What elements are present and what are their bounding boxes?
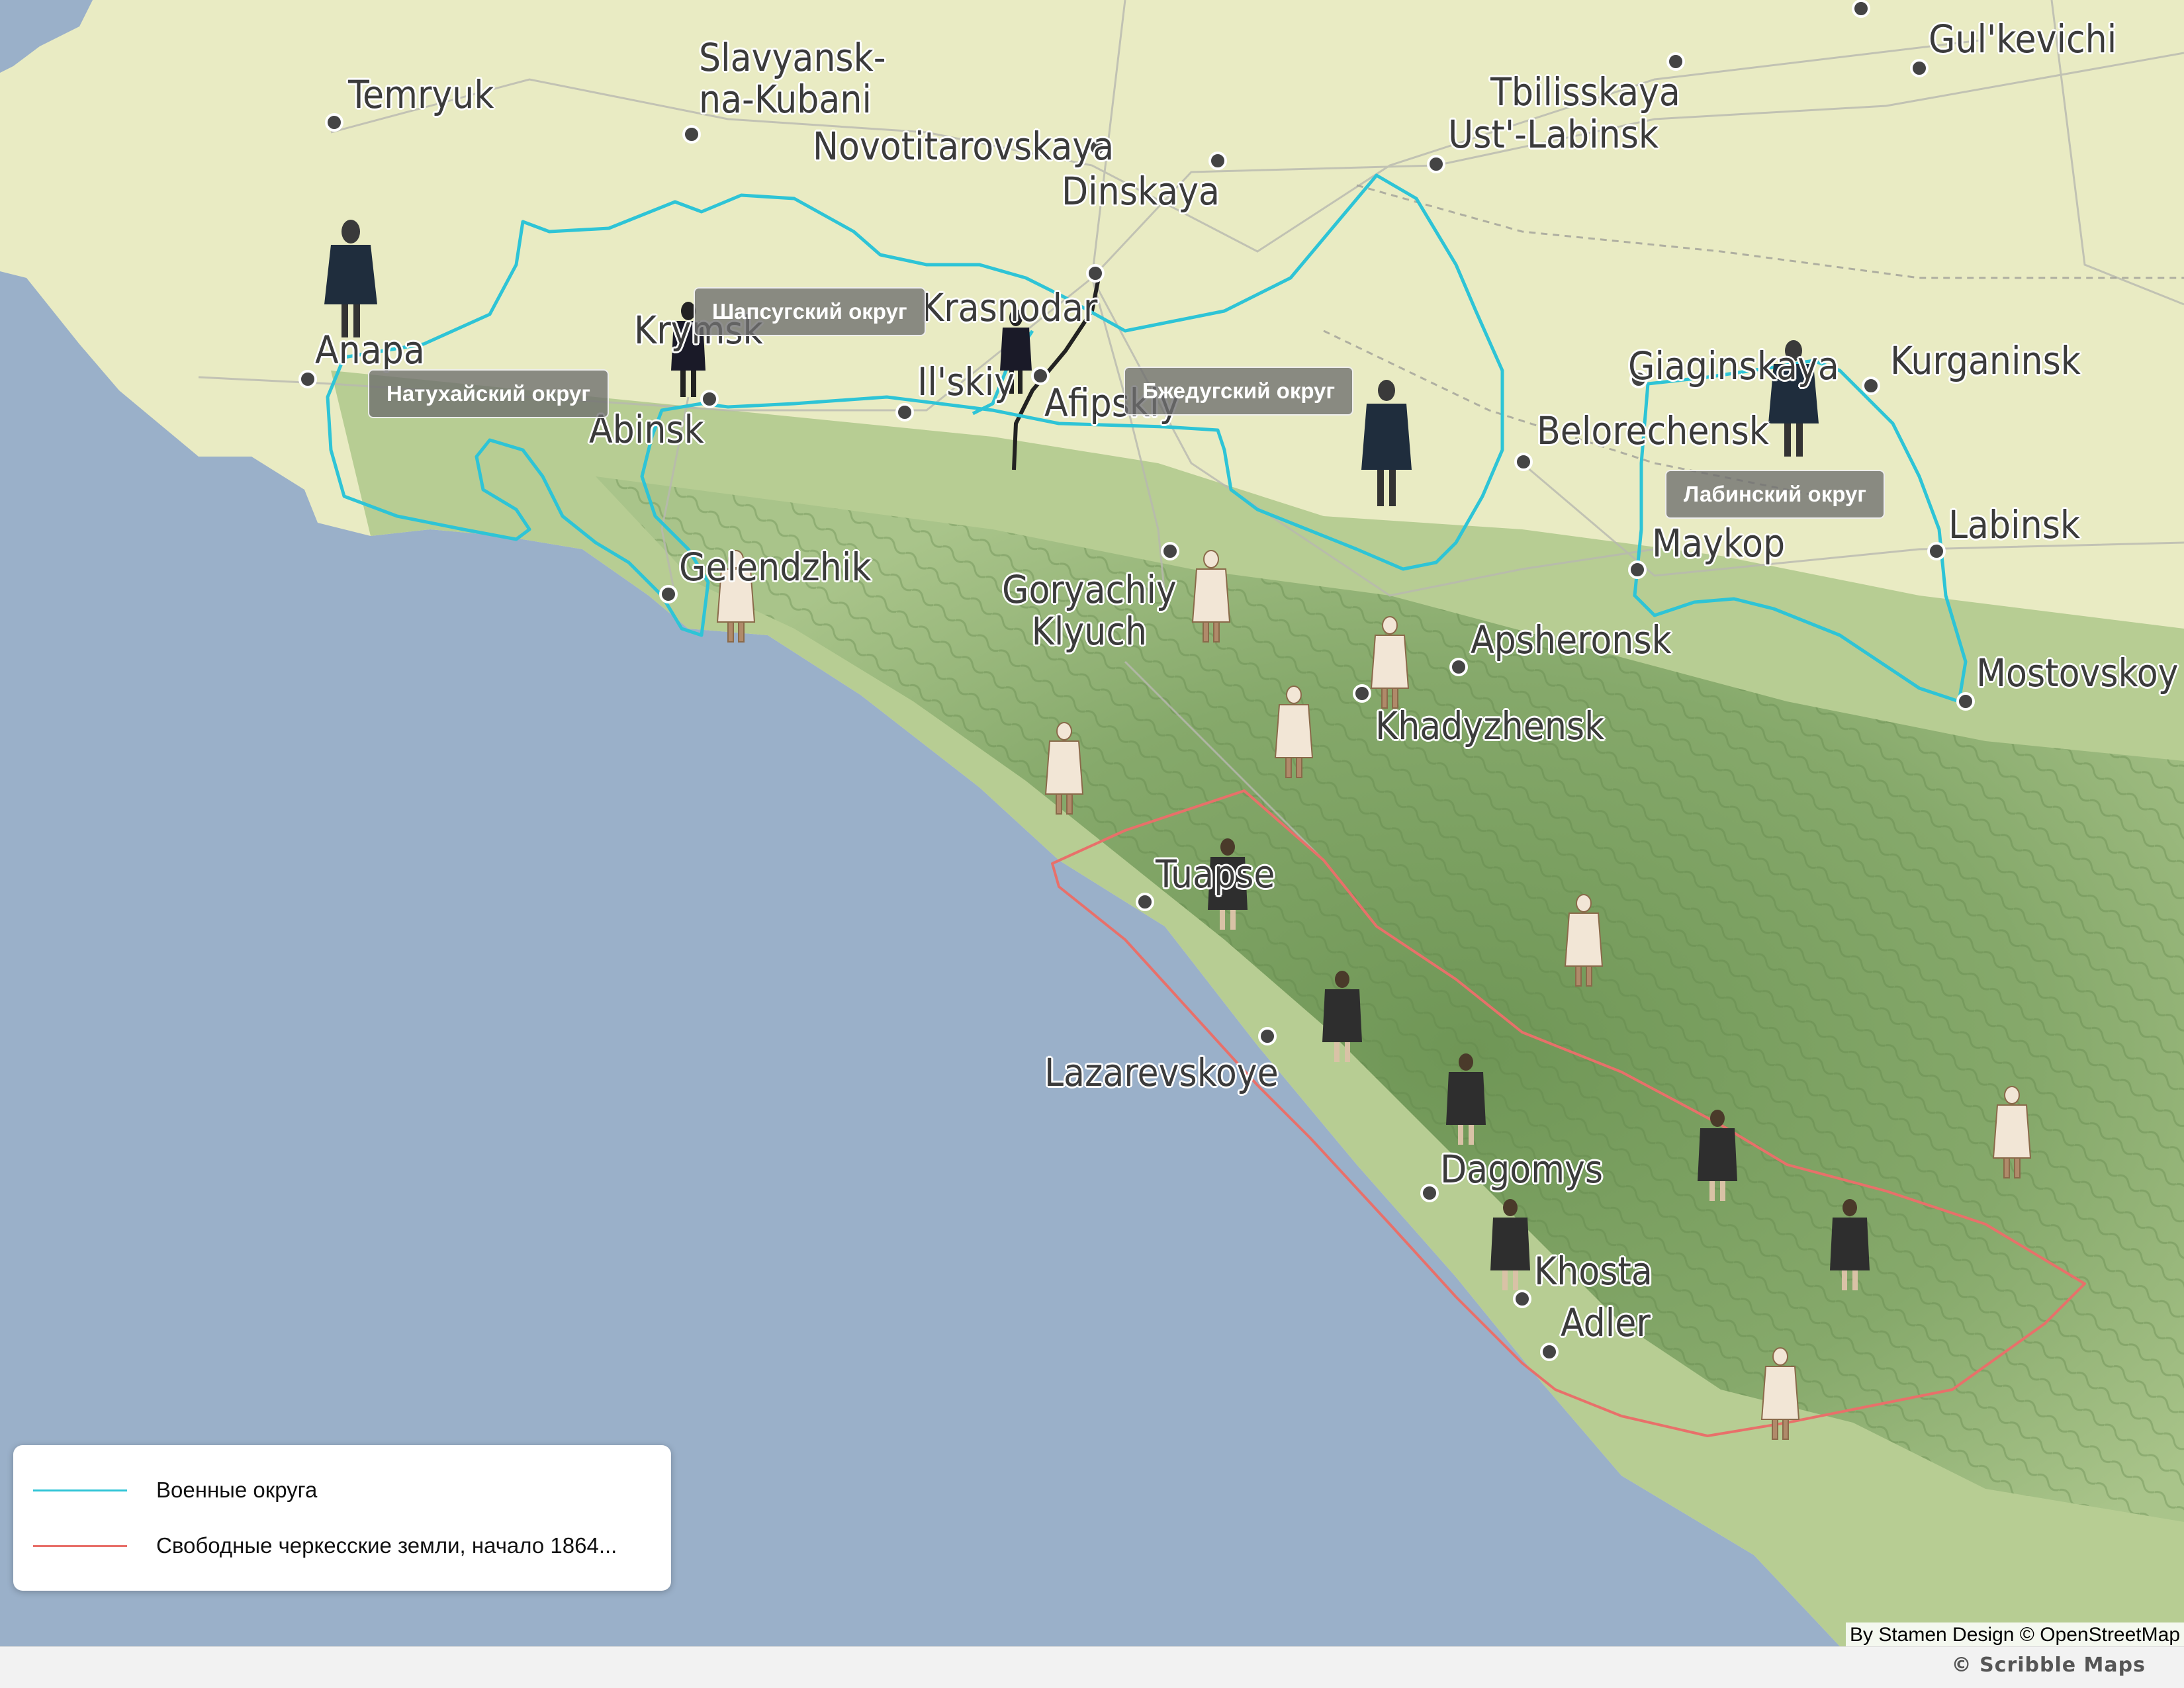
city-label-temryuk: Temryuk (348, 72, 494, 117)
city-label-gelendzhik: Gelendzhik (679, 545, 872, 590)
city-label-khosta: Khosta (1534, 1249, 1653, 1294)
legend-item-free-lands[interactable]: Свободные черкесские земли, начало 1864.… (33, 1533, 617, 1559)
city-label-goryachiy-klyuch: Goryachiy Klyuch (1002, 567, 1177, 654)
city-label-slavyansk: Slavyansk- na-Kubani (699, 35, 886, 122)
city-label-dinskaya: Dinskaya (1062, 169, 1220, 214)
map-attribution[interactable]: By Stamen Design © OpenStreetMap (1845, 1622, 2184, 1646)
district-label-natukhay[interactable]: Натухайский округ (368, 369, 610, 418)
city-label-adler: Adler (1561, 1300, 1651, 1345)
city-label-ilskiy: Il'skiy (917, 359, 1015, 404)
legend-label-free-lands: Свободные черкесские земли, начало 1864.… (156, 1533, 617, 1558)
city-label-lazarevskoye: Lazarevskoye (1044, 1050, 1279, 1095)
scribble-maps-brand[interactable]: © Scribble Maps (1952, 1654, 2146, 1677)
map-canvas[interactable]: Temryuk Slavyansk- na-Kubani Novotitarov… (0, 0, 2184, 1646)
district-label-bzhedug[interactable]: Бжедугский округ (1124, 367, 1354, 416)
district-label-labinsk[interactable]: Лабинский округ (1665, 470, 1886, 519)
legend-label-military: Военные округа (156, 1478, 318, 1502)
footer-bar: © Scribble Maps (0, 1646, 2184, 1688)
city-label-tuapse: Tuapse (1156, 852, 1275, 897)
city-label-belorechensk: Belorechensk (1537, 408, 1769, 453)
city-label-gulkevichi: Gul'kevichi (1929, 17, 2117, 62)
district-label-shapsug[interactable]: Шапсугский округ (694, 287, 926, 336)
city-label-khadyzhensk: Khadyzhensk (1375, 703, 1605, 748)
city-label-novotitarovskaya: Novotitarovskaya (813, 124, 1115, 169)
city-label-kurganinsk: Kurganinsk (1890, 338, 2081, 383)
map-base (0, 0, 2184, 1646)
city-label-giaginskaya: Giaginskaya (1628, 343, 1839, 388)
city-label-labinsk: Labinsk (1948, 502, 2081, 547)
city-label-ustlabinsk: Ust'-Labinsk (1448, 112, 1659, 157)
city-label-krasnodar: Krasnodar (921, 285, 1098, 330)
city-label-apsheronsk: Apsheronsk (1471, 617, 1672, 662)
legend-swatch-military (33, 1489, 127, 1491)
city-label-maykop: Maykop (1652, 521, 1786, 566)
city-label-mostovskoy: Mostovskoy (1976, 650, 2179, 695)
map-legend: Военные округа Свободные черкесские земл… (13, 1445, 671, 1591)
city-label-tbilisskaya: Tbilisskaya (1490, 69, 1680, 114)
legend-swatch-free-lands (33, 1544, 127, 1547)
legend-item-military-districts[interactable]: Военные округа (33, 1477, 317, 1503)
city-label-anapa: Anapa (315, 328, 425, 373)
city-label-dagomys: Dagomys (1440, 1147, 1604, 1192)
